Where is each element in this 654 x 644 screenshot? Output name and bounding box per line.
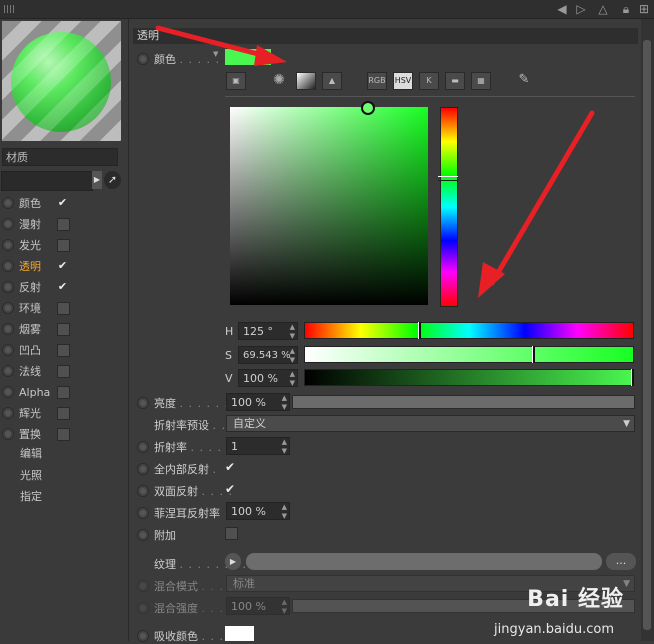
annotation-arrowhead	[254, 45, 287, 66]
watermark-url: jingyan.baidu.com	[494, 622, 614, 637]
annotation-arrows	[155, 25, 595, 298]
annotation-arrow-shaft	[155, 25, 269, 59]
watermark-logo: Bai 经验	[527, 587, 624, 612]
annotation-arrow-shaft	[489, 110, 595, 286]
